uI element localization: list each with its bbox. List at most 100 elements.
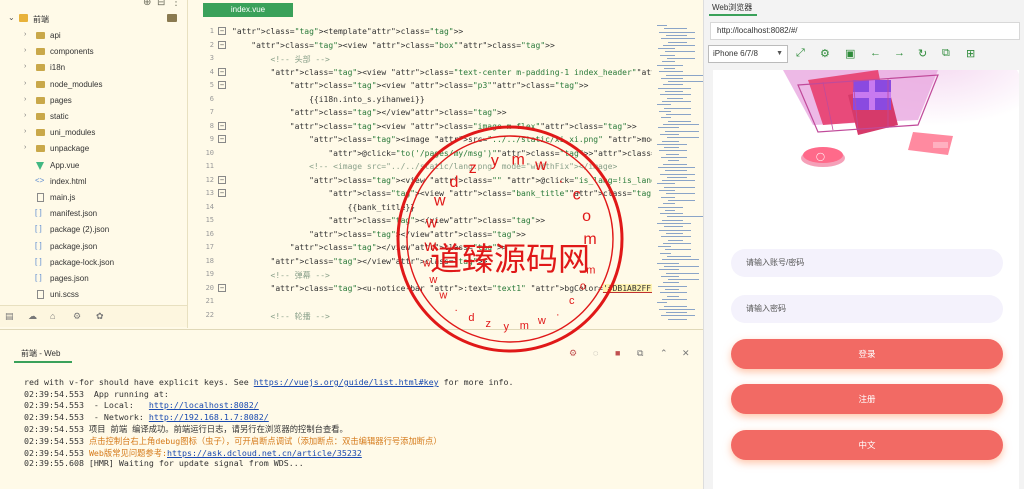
code-line[interactable]: "attr">class="tag"></view"attr">class="t… <box>232 257 488 266</box>
settings-icon[interactable]: ✿ <box>96 311 104 322</box>
fold-toggle-icon[interactable]: − <box>218 283 226 292</box>
tree-item[interactable]: › unpackage <box>0 141 187 157</box>
tree-item[interactable]: <> index.html <box>0 174 187 190</box>
plugin-icon[interactable]: ⚙ <box>73 311 81 322</box>
tree-item[interactable]: main.js <box>0 190 187 206</box>
code-line[interactable]: <!-- 轮播 --> <box>232 311 330 322</box>
line-number[interactable]: 2 <box>190 41 214 49</box>
tree-item[interactable]: › api <box>0 28 187 44</box>
line-number[interactable]: 14 <box>190 203 214 211</box>
console-link[interactable]: https://vuejs.org/guide/list.html#key <box>254 377 439 387</box>
line-number[interactable]: 1 <box>190 27 214 35</box>
collapse-icon[interactable]: ⊟ <box>157 0 165 8</box>
line-number[interactable]: 7 <box>190 108 214 116</box>
tree-item[interactable]: uni.scss <box>0 287 187 303</box>
debug-icon[interactable]: ⚙ <box>569 348 577 359</box>
line-number[interactable]: 12 <box>190 176 214 184</box>
line-number[interactable]: 15 <box>190 216 214 224</box>
chevron-right-icon[interactable]: › <box>24 128 26 135</box>
add-icon[interactable]: ⊕ <box>143 0 151 8</box>
console-tab[interactable]: 前端 - Web <box>21 348 60 359</box>
tree-item[interactable]: [ ] pages.json <box>0 271 187 287</box>
console-link[interactable]: https://ask.dcloud.net.cn/article/35232 <box>167 448 362 458</box>
chevron-right-icon[interactable]: › <box>24 63 26 70</box>
code-line[interactable]: "attr">class="tag"><view "attr">class=""… <box>232 176 652 185</box>
fold-toggle-icon[interactable]: − <box>218 175 226 184</box>
chevron-right-icon[interactable]: › <box>24 112 26 119</box>
settings-icon[interactable]: ⚙ <box>820 47 830 60</box>
tree-item[interactable]: App.vue <box>0 158 187 174</box>
line-number[interactable]: 13 <box>190 189 214 197</box>
chevron-up-icon[interactable]: ⌃ <box>660 348 668 359</box>
fold-toggle-icon[interactable]: − <box>218 67 226 76</box>
code-line[interactable]: "attr">class="tag"><image "attr">src="..… <box>232 135 652 144</box>
code-line[interactable]: "attr">class="tag"><view "attr">class="t… <box>232 68 652 77</box>
console-link[interactable]: http://192.168.1.7:8082/ <box>149 412 269 422</box>
code-line[interactable]: "attr">class="tag"><view "attr">class="p… <box>232 81 589 90</box>
code-line[interactable]: "attr">class="tag"><view "attr">class="i… <box>232 122 637 131</box>
code-text[interactable]: "attr">class="tag"><template"attr">class… <box>232 27 652 327</box>
device-select[interactable]: iPhone 6/7/8 ▼ <box>708 45 788 63</box>
line-number[interactable]: 8 <box>190 122 214 130</box>
tree-item[interactable]: › pages <box>0 93 187 109</box>
line-number[interactable]: 3 <box>190 54 214 62</box>
line-number[interactable]: 6 <box>190 95 214 103</box>
tree-item[interactable]: [ ] package.json <box>0 239 187 255</box>
fold-toggle-icon[interactable]: − <box>218 135 226 143</box>
fold-toggle-icon[interactable]: − <box>218 27 226 35</box>
fold-toggle-icon[interactable]: − <box>218 189 226 197</box>
console-icon[interactable]: ▣ <box>845 47 855 60</box>
code-line[interactable]: "attr">@click="to('/pages/my/msg')""attr… <box>232 149 652 158</box>
login-button[interactable]: 登录 <box>731 339 1003 369</box>
line-number[interactable]: 18 <box>190 257 214 265</box>
line-gutter[interactable]: 1−2−3 4−5−6 7 8−9−10 11 12−13−14 15 16 17 18 19 20−… <box>190 27 230 327</box>
minimap[interactable] <box>655 25 703 325</box>
code-line[interactable]: "attr">class="tag"><view "attr">class="b… <box>232 189 652 198</box>
code-line[interactable]: "attr">class="tag"></view"attr">class="t… <box>232 108 507 117</box>
cloud-icon[interactable]: ☁ <box>28 311 37 322</box>
code-line[interactable]: "attr">class="tag"><template"attr">class… <box>232 27 463 36</box>
code-line[interactable]: <!-- 头部 --> <box>232 54 330 65</box>
line-number[interactable]: 16 <box>190 230 214 238</box>
code-line[interactable]: "attr">class="tag"></view"attr">class="t… <box>232 230 526 239</box>
line-number[interactable]: 17 <box>190 243 214 251</box>
refresh-icon[interactable]: ↻ <box>918 47 927 60</box>
tree-item[interactable]: [ ] package (2).json <box>0 222 187 238</box>
code-line[interactable]: "attr">class="tag"></view"attr">class="t… <box>232 216 545 225</box>
console-link[interactable]: http://localhost:8082/ <box>149 400 259 410</box>
tree-item[interactable]: [ ] package-lock.json <box>0 255 187 271</box>
line-number[interactable]: 11 <box>190 162 214 170</box>
tree-item[interactable]: › components <box>0 44 187 60</box>
line-number[interactable]: 22 <box>190 311 214 319</box>
code-line[interactable]: {{i18n.into_s.yihanwei}} <box>232 95 425 104</box>
chevron-right-icon[interactable]: › <box>24 31 26 38</box>
restore-icon[interactable]: ⧉ <box>637 348 643 359</box>
code-line[interactable]: "attr">class="tag"></view"attr">class="t… <box>232 243 507 252</box>
clear-icon[interactable]: ◌ <box>593 348 598 358</box>
code-line[interactable]: "attr">class="tag"><u-notice-bar "attr">… <box>232 283 652 293</box>
folder-icon[interactable]: ▤ <box>5 311 14 322</box>
forward-arrow-icon[interactable]: → <box>894 47 905 59</box>
line-number[interactable]: 19 <box>190 270 214 278</box>
tree-item[interactable]: › uni_modules <box>0 125 187 141</box>
address-bar[interactable]: http://localhost:8082/#/ <box>710 22 1020 40</box>
line-number[interactable]: 4 <box>190 68 214 76</box>
back-arrow-icon[interactable]: ← <box>870 47 881 59</box>
tree-item[interactable]: [ ] manifest.json <box>0 206 187 222</box>
rotate-icon[interactable]: ⤢ <box>796 47 805 60</box>
line-number[interactable]: 21 <box>190 297 214 305</box>
chevron-right-icon[interactable]: › <box>24 47 26 54</box>
fold-toggle-icon[interactable]: − <box>218 81 226 89</box>
account-input[interactable]: 请输入账号/密码 <box>731 249 1003 277</box>
line-number[interactable]: 5 <box>190 81 214 89</box>
fold-toggle-icon[interactable]: − <box>218 40 226 49</box>
tree-item[interactable]: › static <box>0 109 187 125</box>
chevron-right-icon[interactable]: › <box>24 96 26 103</box>
project-root[interactable]: ⌄ 前端 <box>0 11 187 27</box>
code-line[interactable]: <!-- <image src="../../static/lang.png" … <box>232 162 617 171</box>
code-line[interactable]: <!-- 弹幕 --> <box>232 270 330 281</box>
tree-item[interactable]: › node_modules <box>0 77 187 93</box>
chevron-right-icon[interactable]: › <box>24 144 26 151</box>
password-input[interactable]: 请输入密码 <box>731 295 1003 323</box>
tree-item[interactable]: › i18n <box>0 60 187 76</box>
